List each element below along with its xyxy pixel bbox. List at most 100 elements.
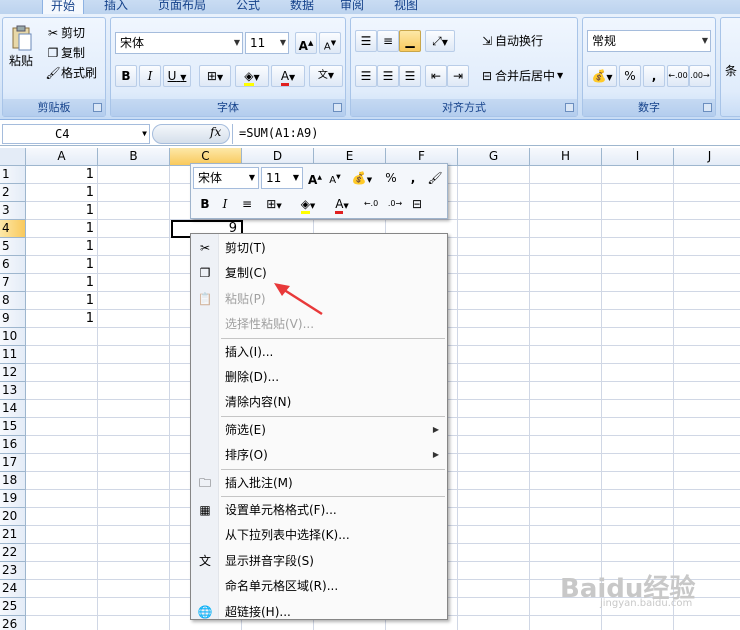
menu-item-14[interactable]: 🌐 超链接(H)... (191, 600, 447, 624)
italic-button[interactable]: I (139, 65, 161, 87)
mini-percent-button[interactable]: % (381, 168, 401, 188)
shrink-font-button[interactable]: A▼ (319, 32, 341, 54)
mini-merge-button[interactable]: ⊟ (407, 194, 427, 214)
formula-input[interactable]: =SUM(A1:A9) (232, 124, 740, 144)
row-header-15[interactable]: 15 (0, 418, 26, 436)
number-launcher[interactable] (703, 103, 712, 112)
copy-button[interactable]: ❐ 复制 (45, 44, 85, 61)
menu-item-7[interactable]: 筛选(E) ▶ (191, 418, 447, 442)
row-header-12[interactable]: 12 (0, 364, 26, 382)
mini-comma-button[interactable]: , (403, 168, 423, 188)
row-header-3[interactable]: 3 (0, 202, 26, 220)
row-header-1[interactable]: 1 (0, 166, 26, 184)
column-header-a[interactable]: A (26, 148, 98, 166)
clipboard-launcher[interactable] (93, 103, 102, 112)
cell-a1[interactable]: 1 (26, 166, 98, 184)
row-header-5[interactable]: 5 (0, 238, 26, 256)
align-bottom-button[interactable]: ▁ (399, 30, 421, 52)
tab-formulas[interactable]: 公式 (236, 0, 260, 14)
paste-button[interactable]: 粘贴 (7, 24, 35, 69)
bold-button[interactable]: B (115, 65, 137, 87)
cell-a5[interactable]: 1 (26, 238, 98, 256)
menu-item-9[interactable]: 🗀 插入批注(M) (191, 471, 447, 495)
row-header-10[interactable]: 10 (0, 328, 26, 346)
tab-data[interactable]: 数据 (290, 0, 314, 14)
row-header-9[interactable]: 9 (0, 310, 26, 328)
row-header-7[interactable]: 7 (0, 274, 26, 292)
row-header-14[interactable]: 14 (0, 400, 26, 418)
cell-a9[interactable]: 1 (26, 310, 98, 328)
tab-review[interactable]: 审阅 (340, 0, 364, 14)
mini-decrease-decimal-button[interactable]: .0→ (385, 194, 405, 214)
tab-home[interactable]: 开始 (42, 0, 85, 14)
row-header-11[interactable]: 11 (0, 346, 26, 364)
mini-size-combo[interactable]: 11 ▼ (261, 167, 303, 189)
format-painter-button[interactable]: 🖌 格式刷 (45, 64, 97, 81)
fill-color-button[interactable]: ◈▼ (235, 65, 269, 87)
align-top-button[interactable]: ☰ (355, 30, 377, 52)
menu-item-8[interactable]: 排序(O) ▶ (191, 443, 447, 467)
column-header-j[interactable]: J (674, 148, 740, 166)
number-format-combo[interactable]: 常规 ▼ (587, 30, 711, 52)
menu-item-10[interactable]: ▦ 设置单元格格式(F)... (191, 498, 447, 522)
row-header-24[interactable]: 24 (0, 580, 26, 598)
comma-button[interactable]: , (643, 65, 665, 87)
row-header-22[interactable]: 22 (0, 544, 26, 562)
cell-a3[interactable]: 1 (26, 202, 98, 220)
tab-page-layout[interactable]: 页面布局 (158, 0, 206, 14)
mini-bold-button[interactable]: B (195, 194, 215, 214)
row-header-26[interactable]: 26 (0, 616, 26, 630)
mini-accounting-button[interactable]: 💰▼ (347, 168, 377, 188)
column-header-g[interactable]: G (458, 148, 530, 166)
percent-button[interactable]: % (619, 65, 641, 87)
mini-font-color-button[interactable]: A▼ (327, 194, 357, 214)
mini-increase-decimal-button[interactable]: ←.0 (361, 194, 381, 214)
accounting-format-button[interactable]: 💰▼ (587, 65, 617, 87)
row-header-21[interactable]: 21 (0, 526, 26, 544)
row-header-19[interactable]: 19 (0, 490, 26, 508)
menu-item-4[interactable]: 插入(I)... (191, 340, 447, 364)
mini-shrink-font-button[interactable]: A▼ (325, 168, 345, 188)
increase-indent-button[interactable]: ⇥ (447, 65, 469, 87)
row-header-2[interactable]: 2 (0, 184, 26, 202)
column-header-i[interactable]: I (602, 148, 674, 166)
menu-item-11[interactable]: 从下拉列表中选择(K)... (191, 523, 447, 547)
wrap-text-button[interactable]: ⇲ 自动换行 (479, 32, 543, 49)
tab-insert[interactable]: 插入 (104, 0, 128, 14)
phonetic-button[interactable]: 文▼ (309, 65, 343, 87)
select-all-button[interactable] (0, 148, 26, 166)
font-color-button[interactable]: A▼ (271, 65, 305, 87)
insert-function-icon[interactable]: fx (210, 125, 221, 139)
align-right-button[interactable]: ☰ (399, 65, 421, 87)
orientation-button[interactable]: ⤢▼ (425, 30, 455, 52)
mini-fill-color-button[interactable]: ◈▼ (293, 194, 323, 214)
font-name-combo[interactable]: 宋体 ▼ (115, 32, 243, 54)
row-header-18[interactable]: 18 (0, 472, 26, 490)
decrease-decimal-button[interactable]: .00→ (689, 65, 711, 87)
mini-font-combo[interactable]: 宋体 ▼ (193, 167, 259, 189)
grow-font-button[interactable]: A▲ (295, 32, 317, 54)
mini-italic-button[interactable]: I (215, 194, 235, 214)
row-header-20[interactable]: 20 (0, 508, 26, 526)
menu-item-6[interactable]: 清除内容(N) (191, 390, 447, 414)
merge-center-button[interactable]: ⊟ 合并后居中 ▼ (479, 67, 563, 84)
row-header-16[interactable]: 16 (0, 436, 26, 454)
row-header-8[interactable]: 8 (0, 292, 26, 310)
mini-grow-font-button[interactable]: A▲ (305, 168, 325, 188)
column-header-b[interactable]: B (98, 148, 170, 166)
cut-button[interactable]: ✂ 剪切 (45, 24, 85, 41)
name-box[interactable]: C4 ▼ (2, 124, 150, 144)
menu-item-0[interactable]: ✂ 剪切(T) (191, 236, 447, 260)
mini-format-painter-button[interactable]: 🖌 (425, 168, 445, 188)
align-center-button[interactable]: ☰ (377, 65, 399, 87)
font-size-combo[interactable]: 11 ▼ (245, 32, 289, 54)
row-header-17[interactable]: 17 (0, 454, 26, 472)
column-header-h[interactable]: H (530, 148, 602, 166)
font-launcher[interactable] (333, 103, 342, 112)
align-middle-button[interactable]: ≡ (377, 30, 399, 52)
cell-a4[interactable]: 1 (26, 220, 98, 238)
underline-button[interactable]: U ▼ (163, 65, 191, 87)
row-header-13[interactable]: 13 (0, 382, 26, 400)
cell-a8[interactable]: 1 (26, 292, 98, 310)
increase-decimal-button[interactable]: ←.00 (667, 65, 689, 87)
